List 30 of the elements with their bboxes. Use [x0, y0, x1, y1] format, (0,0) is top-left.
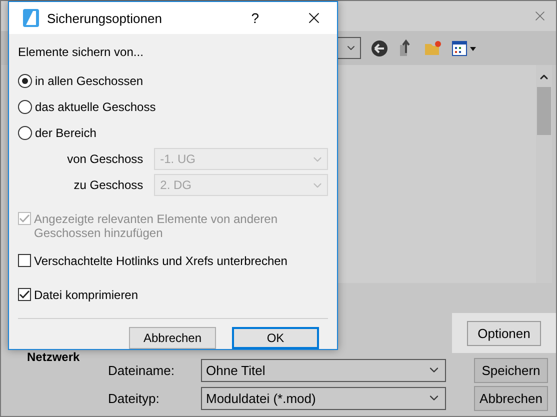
- checkbox-label[interactable]: Datei komprimieren: [34, 288, 138, 302]
- scrollbar[interactable]: [536, 65, 552, 283]
- scrollbar-thumb[interactable]: [537, 87, 551, 135]
- radio-button[interactable]: [18, 74, 32, 88]
- dialog-title: Sicherungsoptionen: [47, 10, 163, 26]
- help-button[interactable]: ?: [251, 10, 259, 26]
- combo-box[interactable]: Ohne Titel: [201, 358, 446, 382]
- radio-label[interactable]: das aktuelle Geschoss: [35, 100, 156, 114]
- dialog-button[interactable]: Speichern: [474, 358, 548, 382]
- view-grid-icon[interactable]: [452, 40, 478, 56]
- field-label: Dateiname:: [108, 362, 176, 378]
- radio-label[interactable]: in allen Geschossen: [35, 74, 144, 88]
- field-label: Dateityp:: [108, 390, 160, 406]
- dialog-button[interactable]: Abbrechen: [474, 386, 548, 410]
- field-label: von Geschoss: [66, 152, 144, 166]
- radio-button[interactable]: [18, 126, 32, 140]
- field-label: zu Geschoss: [72, 178, 144, 192]
- sidebar-item[interactable]: Netzwerk: [13, 350, 108, 364]
- checkbox[interactable]: [18, 254, 31, 267]
- app-icon: [23, 9, 39, 27]
- dialog-button[interactable]: Abbrechen: [129, 327, 216, 349]
- combo-box[interactable]: Moduldatei (*.mod): [201, 386, 446, 410]
- checkbox[interactable]: [18, 288, 31, 301]
- radio-button[interactable]: [18, 100, 32, 114]
- dialog-button[interactable]: OK: [232, 327, 319, 349]
- back-icon[interactable]: [371, 40, 388, 56]
- options-button[interactable]: Optionen: [467, 320, 541, 346]
- radio-label[interactable]: der Bereich: [35, 126, 96, 140]
- checkbox-label[interactable]: Verschachtelte Hotlinks und Xrefs unterbrechen: [34, 254, 288, 268]
- group-label: Elemente sichern von...: [18, 44, 144, 61]
